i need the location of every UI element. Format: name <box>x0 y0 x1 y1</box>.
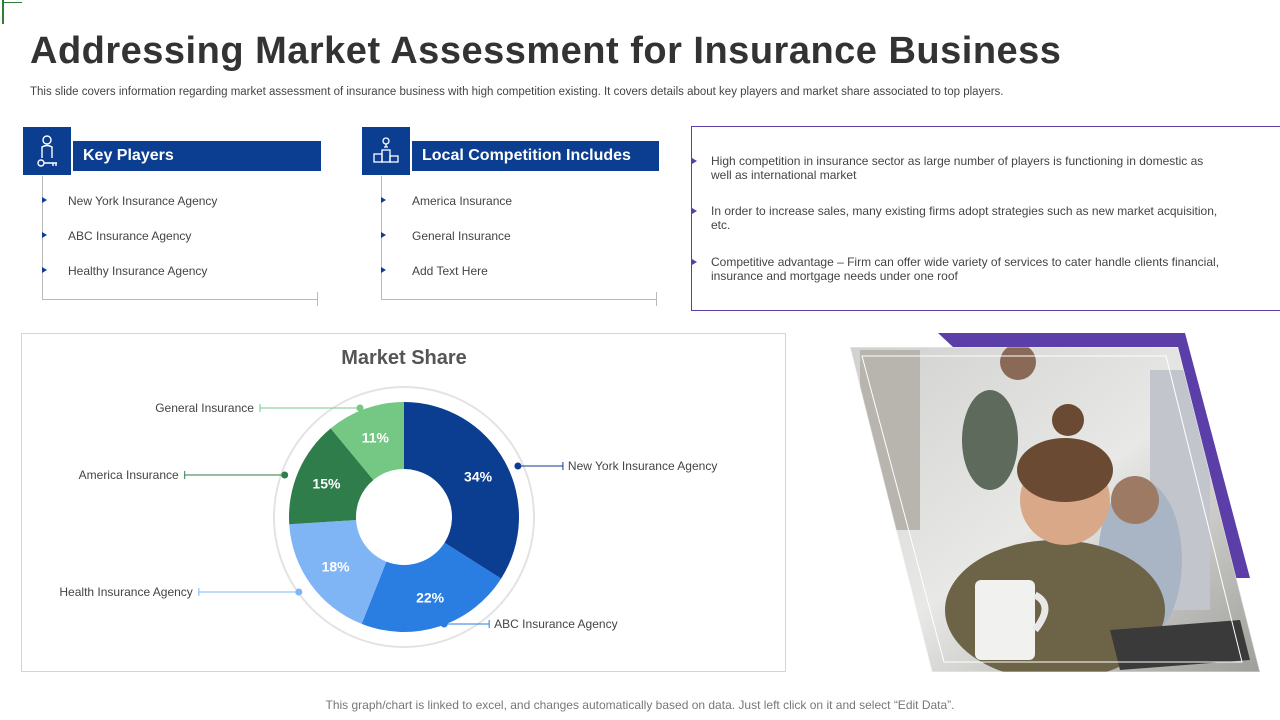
bullet-icon <box>42 232 47 238</box>
local-competition-heading: Local Competition Includes <box>412 141 659 171</box>
slice-value-label: 18% <box>322 559 351 575</box>
page-subtitle: This slide covers information regarding … <box>30 86 1004 98</box>
competitor-item: Add Text Here <box>412 264 488 278</box>
bullet-icon <box>42 267 47 273</box>
podium-icon <box>362 127 410 175</box>
bullet-icon <box>692 259 697 265</box>
category-label: General Insurance <box>155 401 254 415</box>
people-at-laptop-photo <box>850 333 1260 672</box>
key-players-heading: Key Players <box>73 141 321 171</box>
insight-item: Competitive advantage – Firm can offer w… <box>711 255 1220 283</box>
donut-slice[interactable] <box>404 402 519 579</box>
bullet-icon <box>381 267 386 273</box>
key-player-item: Healthy Insurance Agency <box>68 264 208 278</box>
slice-value-label: 34% <box>464 468 493 484</box>
slice-value-label: 15% <box>312 475 341 491</box>
bullet-icon <box>381 197 386 203</box>
bullet-icon <box>42 197 47 203</box>
page-title: Addressing Market Assessment for Insuran… <box>30 30 1062 72</box>
category-label: America Insurance <box>79 468 179 482</box>
category-callout: ABC Insurance Agency <box>440 617 618 631</box>
key-player-item: ABC Insurance Agency <box>68 229 192 243</box>
person-key-icon <box>23 127 71 175</box>
slice-value-label: 11% <box>362 429 390 445</box>
category-label: Health Insurance Agency <box>59 585 192 599</box>
insight-item: In order to increase sales, many existin… <box>711 204 1218 232</box>
bullet-icon <box>381 232 386 238</box>
bullet-icon <box>692 158 697 164</box>
key-player-item: New York Insurance Agency <box>68 194 218 208</box>
bullet-icon <box>692 208 697 214</box>
insight-item: High competition in insurance sector as … <box>711 154 1204 182</box>
key-players-bracket <box>42 176 43 300</box>
insights-panel: High competition in insurance sector as … <box>691 126 1280 311</box>
slice-value-label: 22% <box>416 589 445 605</box>
category-callout: Health Insurance Agency <box>59 585 303 599</box>
market-share-chart: 34% New York Insurance Agency 22% ABC Insur… <box>59 386 717 648</box>
category-label: ABC Insurance Agency <box>494 617 617 631</box>
category-callout: General Insurance <box>155 401 364 415</box>
category-label: New York Insurance Agency <box>568 459 717 473</box>
local-competition-bracket <box>381 176 382 300</box>
competitor-item: America Insurance <box>412 194 513 208</box>
category-callout: America Insurance <box>79 468 289 482</box>
competitor-item: General Insurance <box>412 229 511 243</box>
category-callout: New York Insurance Agency <box>514 459 717 473</box>
corner-mark <box>0 0 24 24</box>
footer-note: This graph/chart is linked to excel, and… <box>325 698 955 712</box>
